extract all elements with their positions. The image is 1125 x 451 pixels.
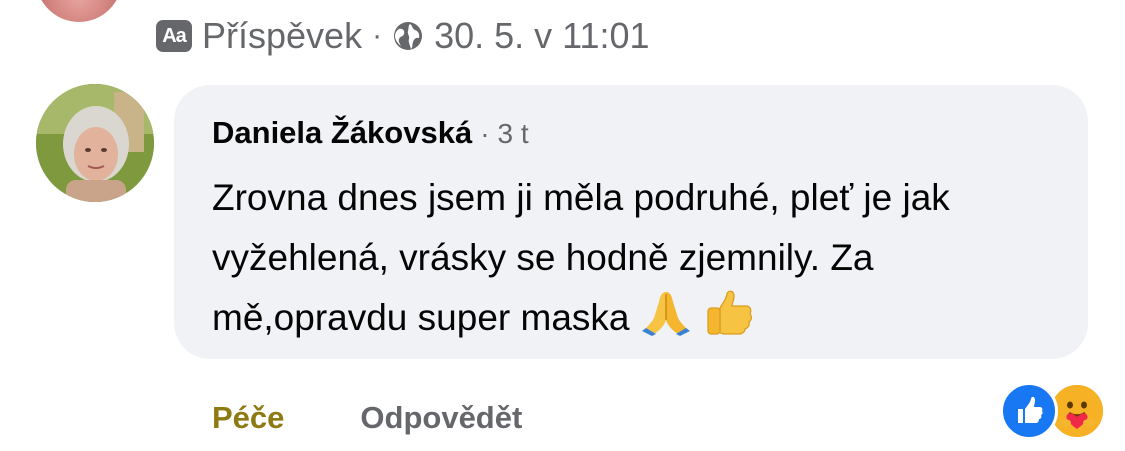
text-post-icon: Aa [156,20,192,52]
comment-bubble: Daniela Žákovská · 3 t Zrovna dnes jsem … [174,85,1088,359]
meta-separator: · [372,19,383,52]
comment-text: Zrovna dnes jsem ji měla podruhé, pleť j… [212,177,950,338]
care-button[interactable]: Péče [212,400,284,436]
comment-time[interactable]: 3 t [498,118,529,150]
time-separator: · [480,118,490,149]
thumbs-up-icon [707,290,753,335]
comment-thread: Aa Příspěvek · 30. 5. v 11:01 Daniela Žá… [0,0,1125,451]
post-meta-row: Aa Příspěvek · 30. 5. v 11:01 [156,12,650,60]
like-reaction-icon [1000,382,1058,440]
globe-icon [394,22,423,50]
reply-button[interactable]: Odpovědět [360,400,522,436]
commenter-avatar[interactable] [36,84,154,202]
previous-avatar[interactable] [36,0,122,22]
post-type-label: Příspěvek [202,15,363,56]
comment-body: Zrovna dnes jsem ji měla podruhé, pleť j… [212,168,1072,348]
comment-author[interactable]: Daniela Žákovská [212,115,472,151]
profile-photo [36,84,154,202]
reaction-summary[interactable] [1000,382,1110,440]
post-date[interactable]: 30. 5. v 11:01 [434,12,650,60]
folded-hands-icon [641,292,690,336]
comment-actions: Péče Odpovědět [212,400,522,436]
comment-header: Daniela Žákovská · 3 t [212,115,529,151]
